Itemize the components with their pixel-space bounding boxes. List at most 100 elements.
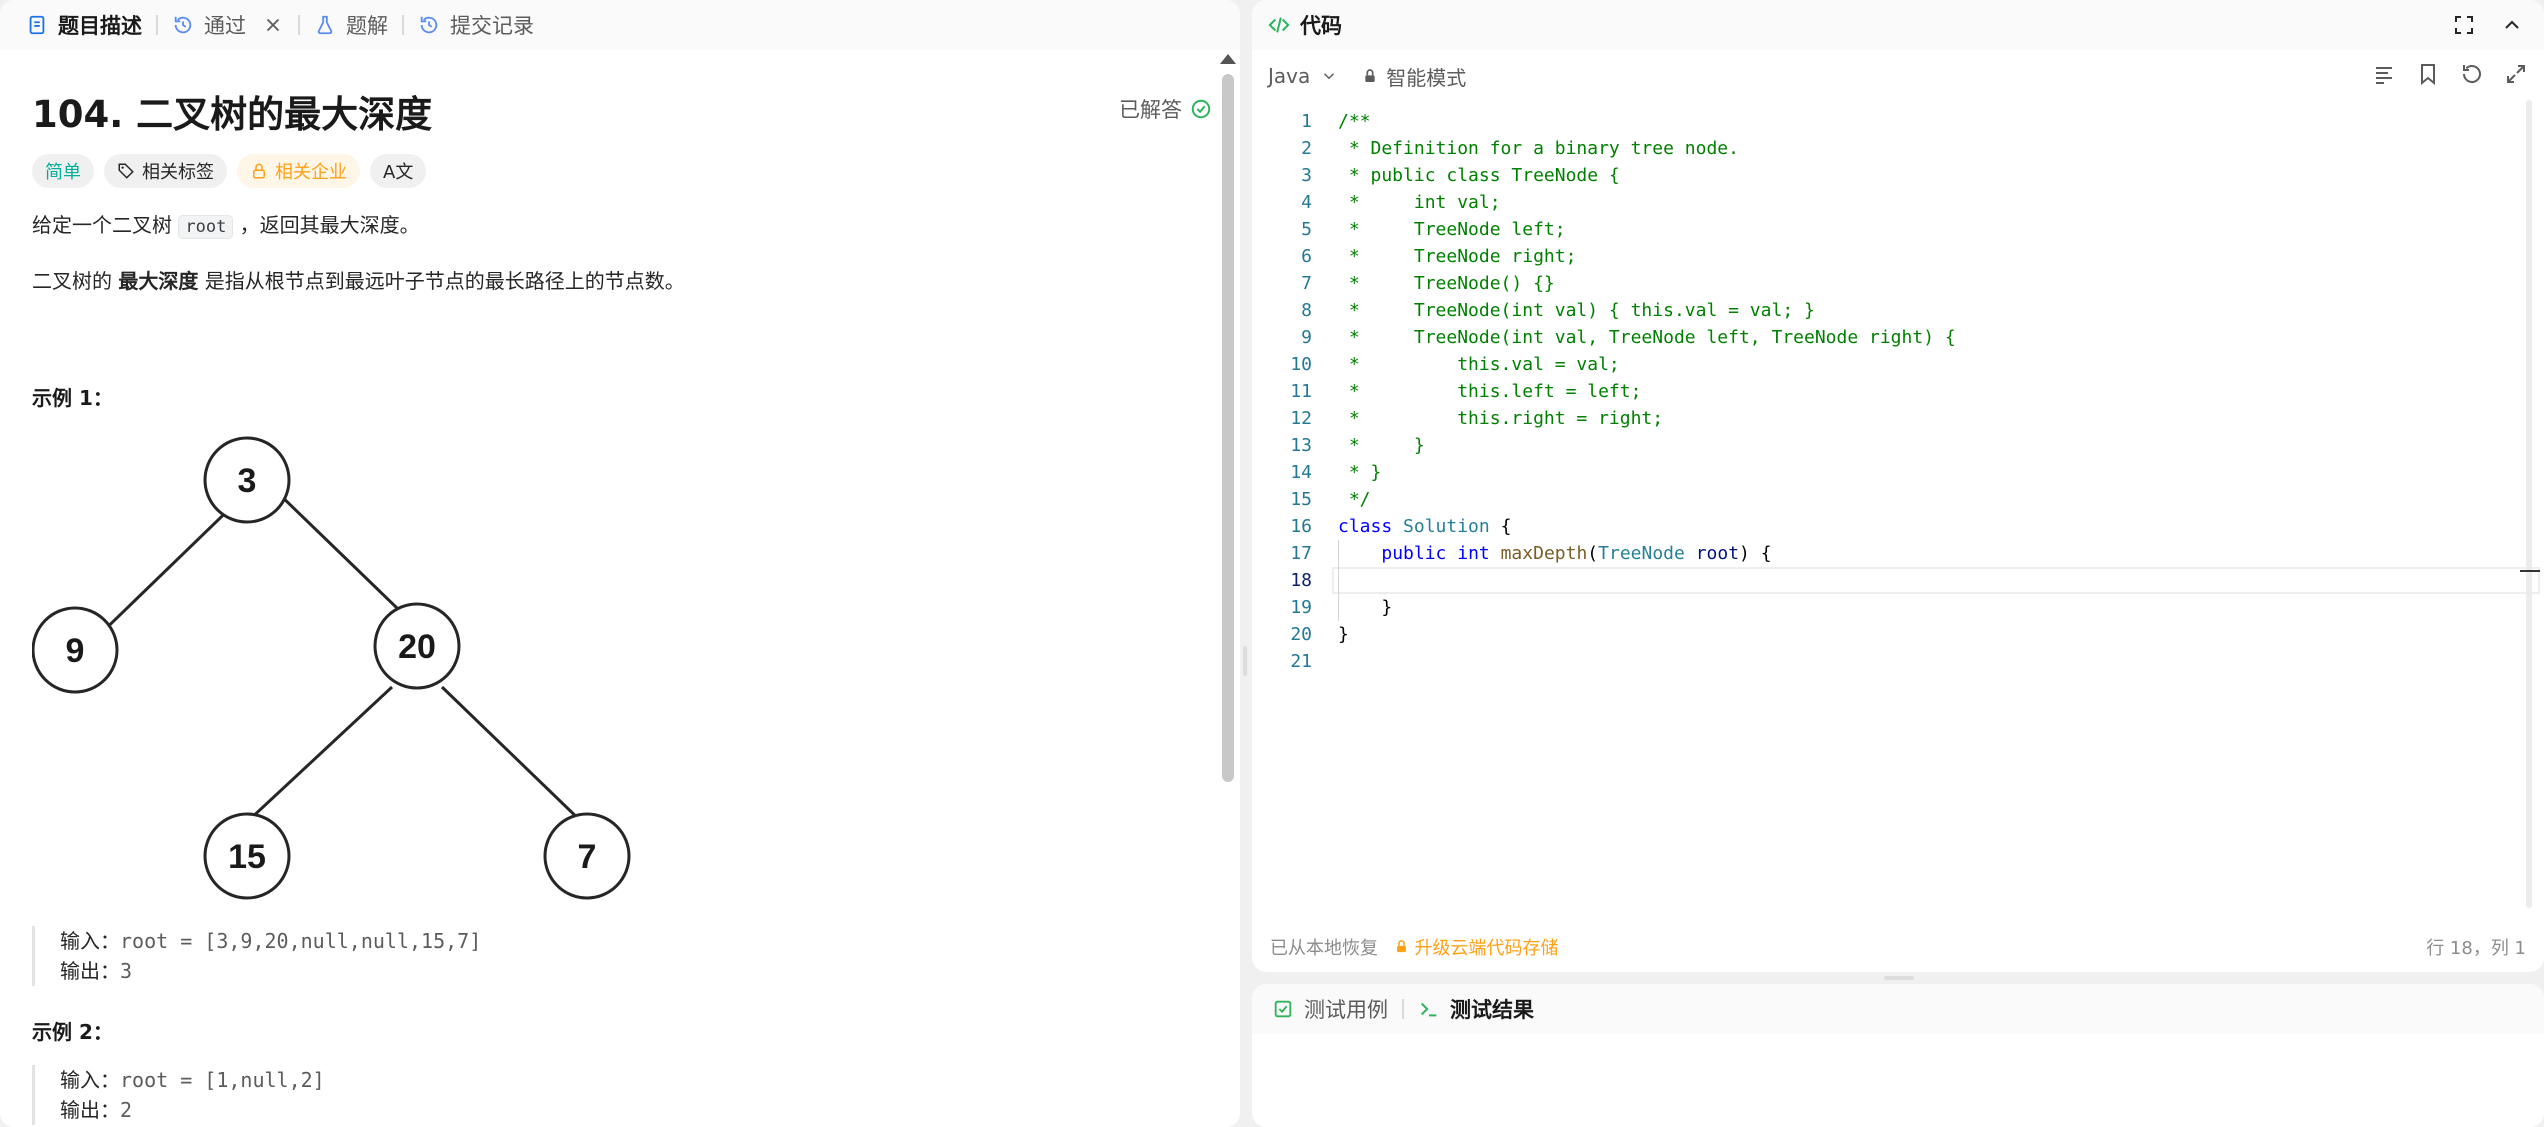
smart-mode-label: 智能模式 [1386, 65, 1467, 90]
code-editor-panel: 代码 Java 智能模式 1 /** 2 * Definition for a bi… [1252, 0, 2544, 972]
fullscreen-icon[interactable] [2452, 13, 2476, 37]
code-line[interactable]: 6 * TreeNode right; [1252, 243, 2544, 270]
code-line[interactable]: 2 * Definition for a binary tree node. [1252, 135, 2544, 162]
code-line[interactable]: 16 class Solution { [1252, 513, 2544, 540]
reset-icon[interactable] [2460, 62, 2484, 86]
upgrade-storage-link[interactable]: 升级云端代码存储 [1394, 938, 1559, 959]
output-value: 2 [120, 1098, 133, 1122]
tab-code-label: 代码 [1300, 14, 1342, 38]
companies-tag[interactable]: 相关企业 [237, 154, 360, 188]
binary-tree-diagram: 3 9 20 15 7 [32, 436, 631, 900]
input-label: 输入： [60, 929, 120, 953]
code-line[interactable]: 19 } [1252, 594, 2544, 621]
tab-accepted[interactable]: 通过 [172, 10, 284, 40]
tab-divider [1402, 999, 1404, 1019]
code-line[interactable]: 5 * TreeNode left; [1252, 216, 2544, 243]
code-editor[interactable]: 1 /** 2 * Definition for a binary tree nod… [1252, 108, 2544, 908]
description-scrollbar[interactable] [1222, 74, 1234, 782]
description-line-1: 给定一个二叉树 root ，返回其最大深度。 [32, 210, 420, 242]
language-select[interactable]: Java [1268, 64, 1338, 88]
code-line[interactable]: 18 [1252, 567, 2544, 594]
code-text: * public class TreeNode { [1338, 165, 1620, 186]
code-line[interactable]: 12 * this.right = right; [1252, 405, 2544, 432]
test-panel: 测试用例 测试结果 [1252, 984, 2544, 1127]
related-topics-tag[interactable]: 相关标签 [104, 154, 227, 188]
translate-tag[interactable]: A文 [370, 154, 427, 188]
code-text: } [1338, 624, 1349, 645]
line-number: 4 [1301, 192, 1312, 213]
problem-title[interactable]: 104. 二叉树的最大深度 [32, 84, 432, 138]
tab-submissions[interactable]: 提交记录 [418, 10, 534, 40]
editor-toolbar: Java 智能模式 [1252, 52, 2544, 100]
code-line[interactable]: 17 public int maxDepth(TreeNode root) { [1252, 540, 2544, 567]
line-number: 2 [1301, 138, 1312, 159]
line-number: 13 [1290, 435, 1312, 456]
code-line[interactable]: 9 * TreeNode(int val, TreeNode left, Tre… [1252, 324, 2544, 351]
bookmark-icon[interactable] [2416, 62, 2440, 86]
tab-description[interactable]: 题目描述 [26, 10, 142, 40]
lock-icon [253, 163, 265, 179]
language-value: Java [1268, 64, 1311, 88]
tab-test-results[interactable]: 测试结果 [1418, 994, 1534, 1024]
code-line[interactable]: 20} [1252, 621, 2544, 648]
code-text: /** [1338, 111, 1371, 132]
tab-code[interactable]: 代码 [1268, 10, 1342, 40]
code-line[interactable]: 7 * TreeNode() {} [1252, 270, 2544, 297]
line-number: 8 [1301, 300, 1312, 321]
example-2-output: 输出：2 [60, 1095, 325, 1125]
checkbox-icon [1274, 1000, 1292, 1018]
line-number: 11 [1290, 381, 1312, 402]
example-1-input: 输入：root = [3,9,20,null,null,15,7] [60, 926, 481, 956]
upgrade-storage-label: 升级云端代码存储 [1414, 938, 1559, 959]
chevron-down-icon [1324, 73, 1335, 80]
example-1-block: 输入：root = [3,9,20,null,null,15,7] 输出：3 [32, 926, 481, 986]
expand-icon[interactable] [2504, 62, 2528, 86]
history-icon [420, 16, 438, 34]
tab-divider [298, 15, 300, 35]
editor-resize-handle[interactable] [1884, 976, 1914, 980]
desc-text: ，返回其最大深度。 [233, 213, 420, 237]
smart-mode-toggle[interactable]: 智能模式 [1362, 62, 1466, 91]
tab-accepted-label: 通过 [204, 14, 246, 38]
code-line[interactable]: 10 * this.val = val; [1252, 351, 2544, 378]
desc-bold: 最大深度 [118, 269, 199, 293]
example-2-title: 示例 2： [32, 1020, 113, 1044]
code-line[interactable]: 1 /** [1252, 108, 2544, 135]
format-icon[interactable] [2372, 62, 2396, 86]
code-line[interactable]: 3 * public class TreeNode { [1252, 162, 2544, 189]
code-text: * Definition for a binary tree node. [1338, 138, 1739, 159]
tag-icon [118, 163, 134, 179]
flask-icon [317, 15, 333, 35]
restore-status: 已从本地恢复 [1270, 938, 1378, 959]
inline-code: root [178, 215, 234, 239]
tab-testcases[interactable]: 测试用例 [1272, 994, 1388, 1024]
code-line[interactable]: 13 * } [1252, 432, 2544, 459]
line-number: 1 [1301, 111, 1312, 132]
editor-scrollbar[interactable] [2526, 100, 2532, 908]
line-number: 6 [1301, 246, 1312, 267]
example-2-block: 输入：root = [1,null,2] 输出：2 [32, 1065, 325, 1125]
panel-resize-handle[interactable] [1243, 646, 1247, 676]
tab-solutions-label: 题解 [346, 14, 388, 38]
input-value: root = [3,9,20,null,null,15,7] [120, 929, 482, 953]
tab-solutions[interactable]: 题解 [314, 10, 388, 40]
chevron-up-icon[interactable] [2500, 13, 2524, 37]
code-line[interactable]: 11 * this.left = left; [1252, 378, 2544, 405]
tag-row: 简单 相关标签 相关企业 A文 [32, 154, 427, 188]
scroll-up-arrow[interactable] [1220, 54, 1236, 64]
code-line[interactable]: 15 */ [1252, 486, 2544, 513]
code-line[interactable]: 21 [1252, 648, 2544, 675]
code-text: * this.right = right; [1338, 408, 1664, 429]
code-line[interactable]: 14 * } [1252, 459, 2544, 486]
code-text: */ [1338, 489, 1371, 510]
solved-label: 已解答 [1119, 98, 1182, 122]
difficulty-tag[interactable]: 简单 [32, 154, 94, 188]
tab-divider [156, 15, 158, 35]
code-text: * TreeNode left; [1338, 219, 1566, 240]
code-line[interactable]: 4 * int val; [1252, 189, 2544, 216]
line-number: 19 [1290, 597, 1312, 618]
code-line[interactable]: 8 * TreeNode(int val) { this.val = val; … [1252, 297, 2544, 324]
close-icon[interactable] [262, 14, 284, 36]
line-number: 18 [1290, 570, 1312, 591]
code-icon [1268, 17, 1290, 33]
